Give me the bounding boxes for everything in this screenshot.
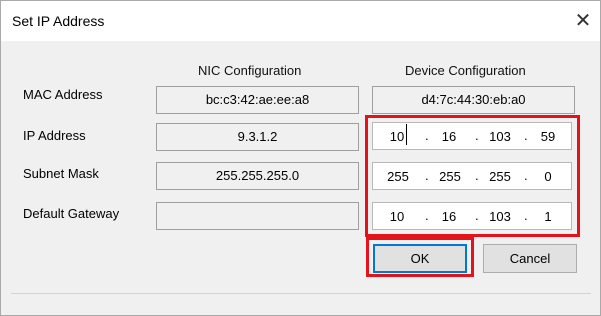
subnet-octet-3[interactable]: 255 <box>485 169 515 184</box>
set-ip-address-dialog: Set IP Address ✕ NIC Configuration Devic… <box>0 0 601 316</box>
mac-address-label: MAC Address <box>23 87 103 102</box>
gateway-octet-1[interactable]: 10 <box>385 209 409 224</box>
device-subnet-input[interactable]: 255 . 255 . 255 . 0 <box>372 162 572 190</box>
subnet-octet-1[interactable]: 255 <box>383 169 413 184</box>
device-mac-field: d4:7c:44:30:eb:a0 <box>372 86 575 114</box>
device-configuration-header: Device Configuration <box>405 63 526 78</box>
nic-configuration-header: NIC Configuration <box>198 63 302 78</box>
bottom-divider <box>11 293 591 294</box>
gateway-octet-3[interactable]: 103 <box>485 209 515 224</box>
ip-address-label: IP Address <box>23 128 86 143</box>
nic-ip-field: 9.3.1.2 <box>156 123 359 151</box>
default-gateway-label: Default Gateway <box>23 206 120 221</box>
title-bar: Set IP Address ✕ <box>1 1 600 41</box>
ip-octet-3[interactable]: 103 <box>485 129 515 144</box>
subnet-mask-label: Subnet Mask <box>23 166 99 181</box>
device-ip-input[interactable]: 10 . 16 . 103 . 59 <box>372 122 572 150</box>
window-title: Set IP Address <box>12 13 105 29</box>
ok-button[interactable]: OK <box>373 244 467 273</box>
gateway-octet-4[interactable]: 1 <box>535 209 561 224</box>
subnet-octet-4[interactable]: 0 <box>535 169 561 184</box>
ip-octet-2[interactable]: 16 <box>437 129 461 144</box>
gateway-octet-2[interactable]: 16 <box>437 209 461 224</box>
nic-subnet-field: 255.255.255.0 <box>156 162 359 190</box>
device-gateway-input[interactable]: 10 . 16 . 103 . 1 <box>372 202 572 230</box>
subnet-octet-2[interactable]: 255 <box>435 169 465 184</box>
cancel-button[interactable]: Cancel <box>483 244 577 273</box>
ip-octet-4[interactable]: 59 <box>535 129 561 144</box>
text-caret <box>406 124 407 145</box>
close-icon[interactable]: ✕ <box>566 1 600 41</box>
nic-mac-field: bc:c3:42:ae:ee:a8 <box>156 86 359 114</box>
nic-gateway-field <box>156 202 359 230</box>
